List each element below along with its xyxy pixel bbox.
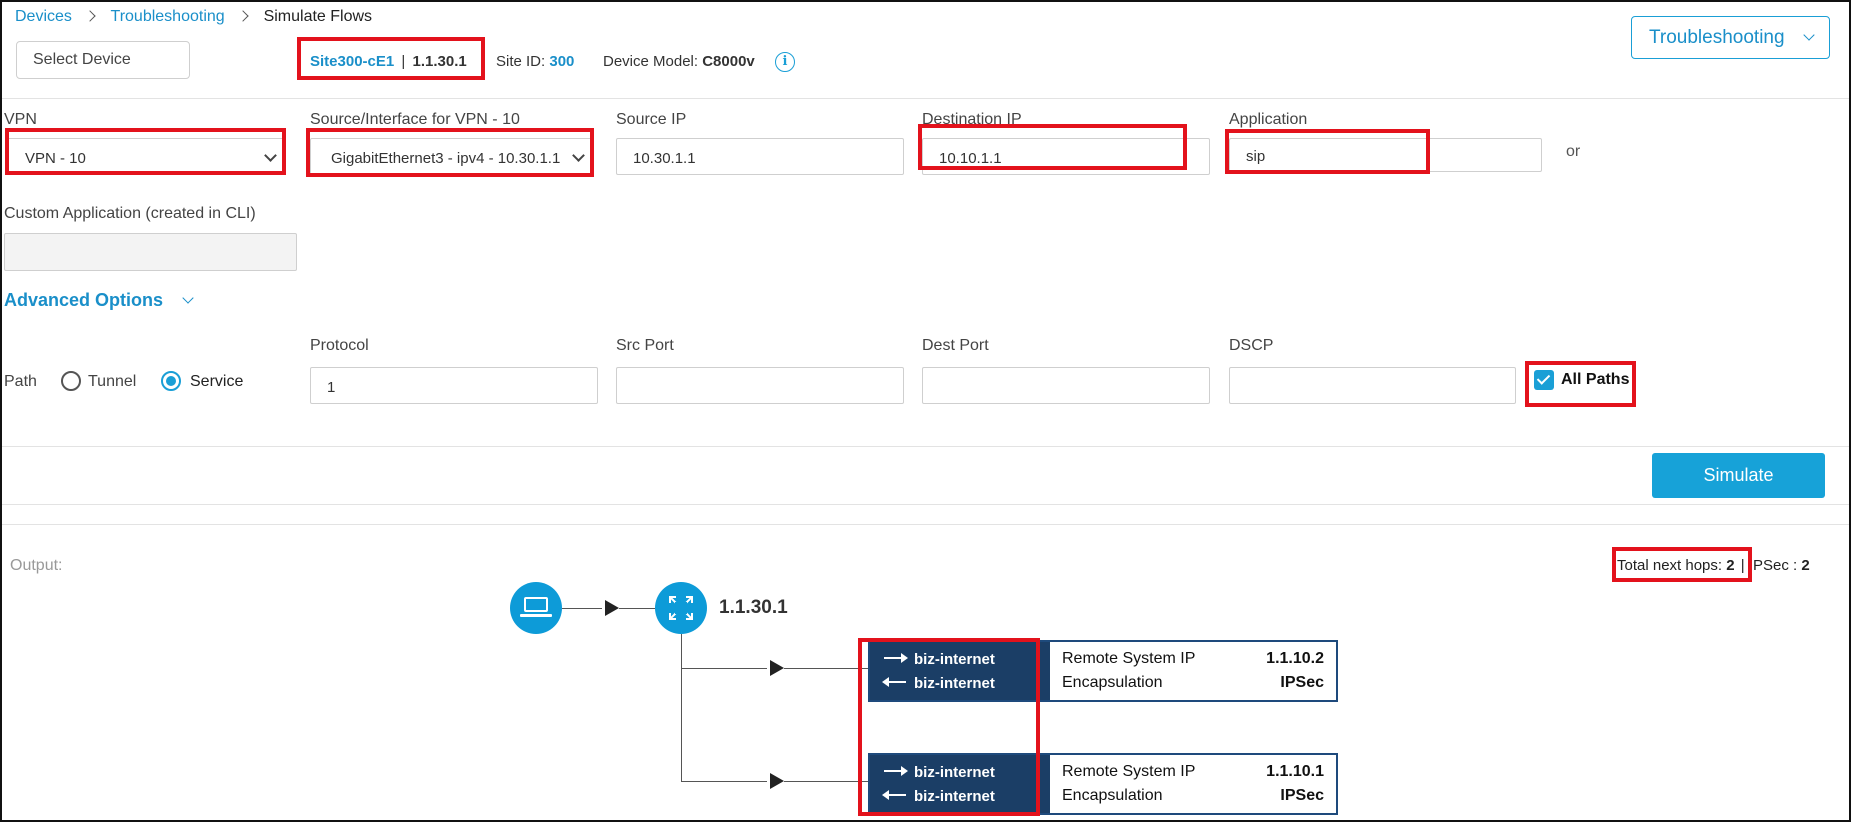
arrow-left-icon [882,790,906,801]
site-id: Site ID: 300 [496,53,575,70]
arrow-right-icon [770,660,784,676]
divider [2,504,1849,505]
flow-branch [681,634,682,781]
chevron-down-icon [264,149,277,162]
arrow-right-icon [884,766,908,777]
protocol-input[interactable]: 1 [310,367,598,404]
router-icon[interactable] [655,582,707,634]
breadcrumb: Devices Troubleshooting Simulate Flows [15,8,372,26]
custom-application-input[interactable] [4,233,297,271]
flow-line [562,608,602,609]
site-name[interactable]: Site300-cE1 [310,53,394,70]
arrow-right-icon [884,653,908,664]
dest-port-input[interactable] [922,367,1210,404]
arrow-right-icon [605,600,619,616]
hop-details: Remote System IP 1.1.10.2 Encapsulation … [1062,650,1324,691]
source-ip-input[interactable]: 10.30.1.1 [616,138,904,175]
divider [2,98,1849,99]
arrow-left-icon [882,677,906,688]
dscp-input[interactable] [1229,367,1516,404]
destination-ip-label: Destination IP [922,111,1022,128]
custom-application-label: Custom Application (created in CLI) [4,205,256,222]
path-label: Path [4,373,37,390]
flow-line [681,781,767,782]
chevron-right-icon [237,10,249,22]
advanced-options-toggle[interactable]: Advanced Options [4,290,194,311]
simulate-button[interactable]: Simulate [1652,453,1825,498]
destination-ip-input[interactable]: 10.10.1.1 [922,138,1210,175]
hop-card[interactable]: biz-internet biz-internet Remote System … [868,753,1338,815]
path-service-label: Service [190,373,244,390]
flow-line [784,781,870,782]
dest-port-label: Dest Port [922,337,989,354]
chevron-right-icon [84,10,97,22]
divider [2,524,1849,525]
chevron-down-icon [572,149,585,162]
src-port-label: Src Port [616,337,674,354]
path-tunnel-radio[interactable] [61,371,81,391]
source-interface-label: Source/Interface for VPN - 10 [310,111,520,128]
source-interface-select[interactable]: GigabitEthernet3 - ipv4 - 10.30.1.1 [310,138,594,175]
path-tunnel-label: Tunnel [88,373,137,390]
device-model: Device Model: C8000v [603,53,755,70]
chevron-down-icon [182,292,194,304]
application-input[interactable]: sip [1229,138,1542,172]
chevron-down-icon [1803,29,1815,41]
hop-details: Remote System IP 1.1.10.1 Encapsulation … [1062,763,1324,804]
vpn-label: VPN [4,111,37,128]
breadcrumb-current: Simulate Flows [263,8,373,25]
flow-line [784,668,870,669]
path-service-radio[interactable] [161,371,181,391]
flow-line [619,608,655,609]
all-paths-checkbox[interactable] [1534,370,1554,390]
arrow-right-icon [770,773,784,789]
dscp-label: DSCP [1229,337,1274,354]
all-paths-label: All Paths [1561,371,1630,388]
hop-summary: Total next hops: 2 | IPSec : 2 [1617,557,1810,574]
or-text: or [1566,143,1581,160]
divider [2,446,1849,447]
site-info: Site300-cE1 | 1.1.30.1 [310,53,467,70]
protocol-label: Protocol [310,337,369,354]
breadcrumb-troubleshooting[interactable]: Troubleshooting [111,8,225,25]
breadcrumb-devices[interactable]: Devices [15,8,72,25]
hop-colors: biz-internet biz-internet [870,642,1050,700]
output-label: Output: [10,557,63,574]
router-ip: 1.1.30.1 [719,597,788,618]
select-device-dropdown[interactable]: Select Device [16,41,190,79]
source-ip-label: Source IP [616,111,687,128]
laptop-icon [510,582,562,634]
hop-card[interactable]: biz-internet biz-internet Remote System … [868,640,1338,702]
vpn-select[interactable]: VPN - 10 [6,138,286,175]
info-icon[interactable]: i [775,52,795,72]
src-port-input[interactable] [616,367,904,404]
troubleshooting-dropdown-button[interactable]: Troubleshooting [1631,16,1830,59]
system-ip: 1.1.30.1 [412,53,467,70]
hop-colors: biz-internet biz-internet [870,755,1050,813]
flow-line [681,668,767,669]
application-label: Application [1229,111,1308,128]
